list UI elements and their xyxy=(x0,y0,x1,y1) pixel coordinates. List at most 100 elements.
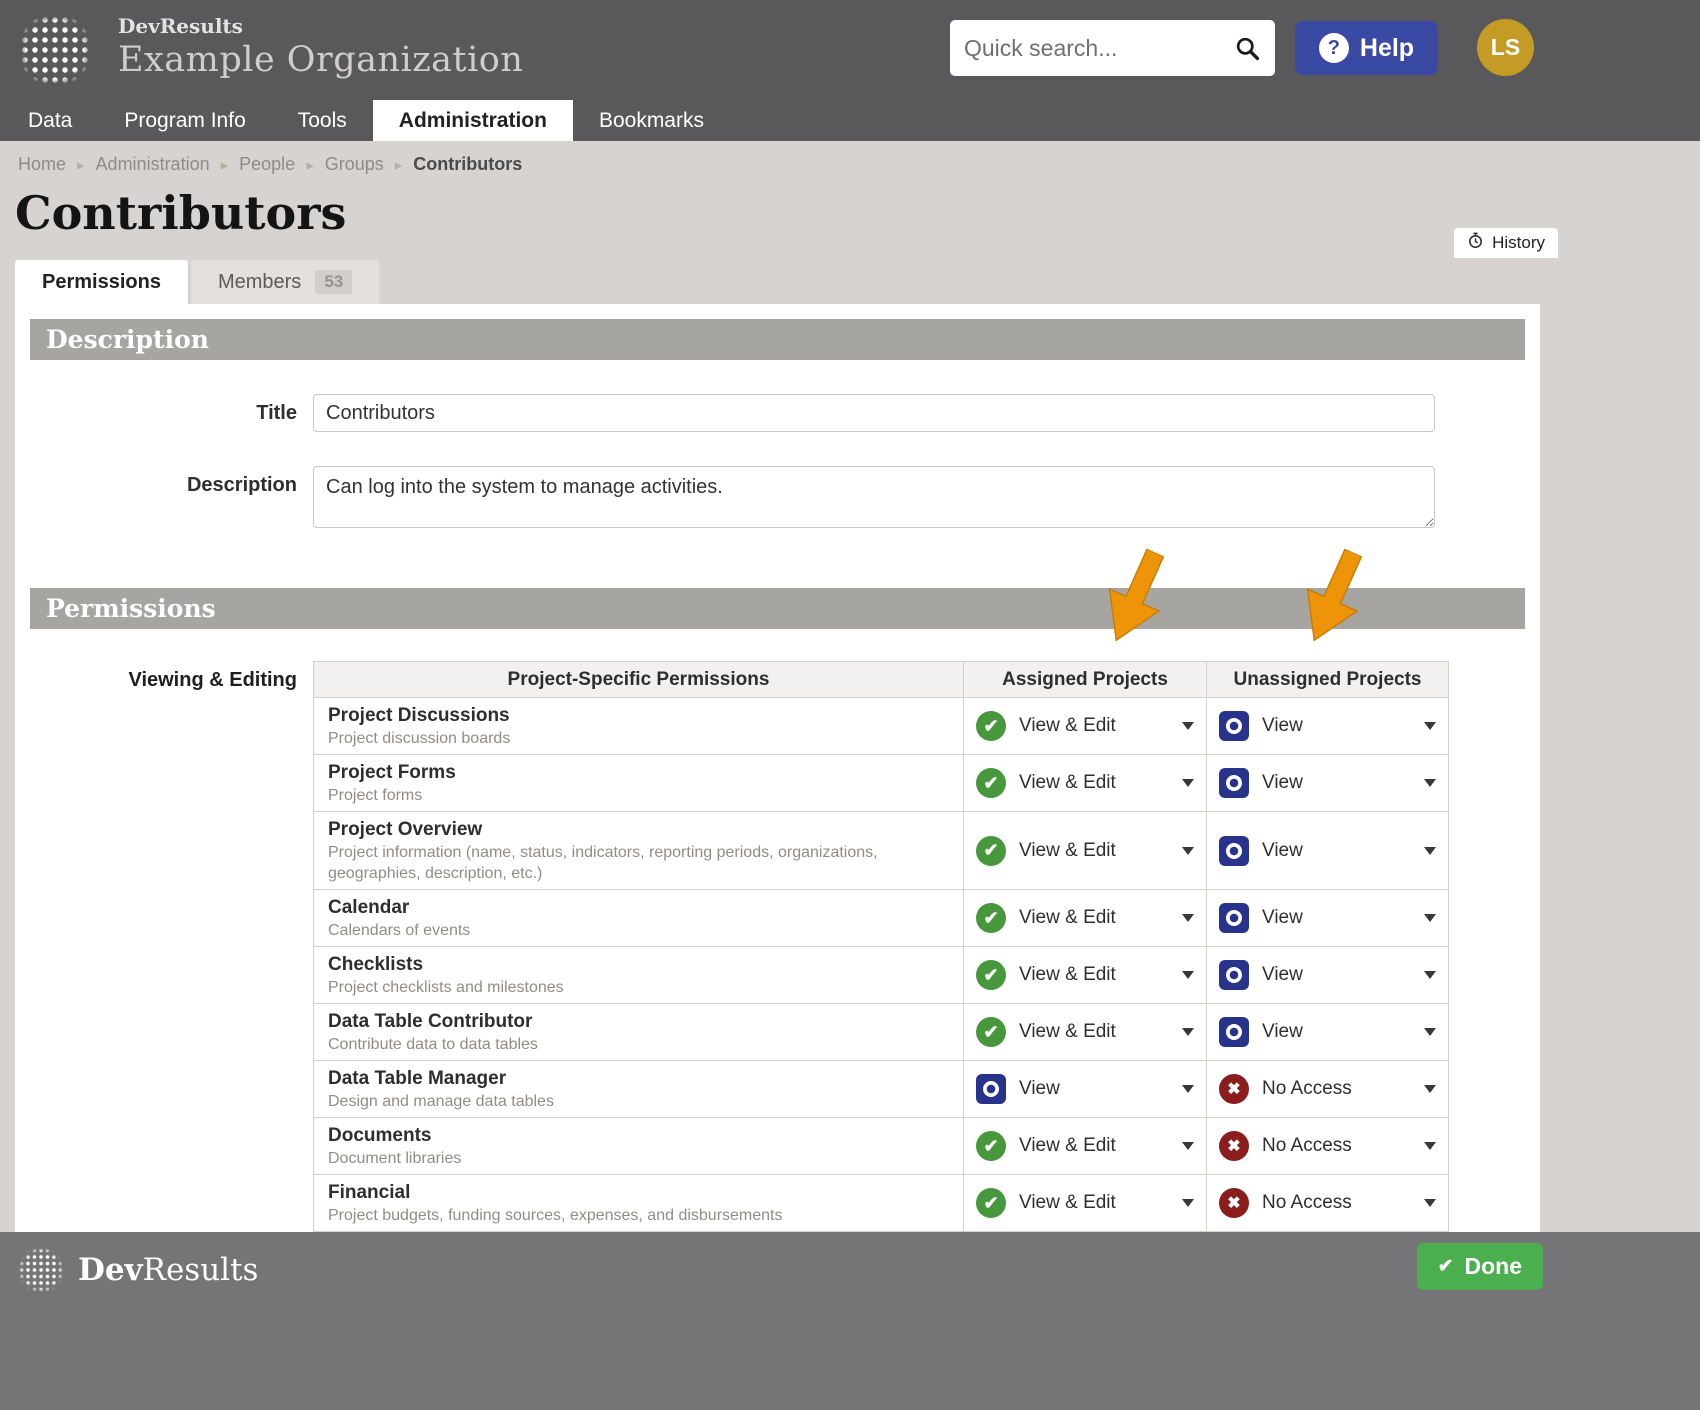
permissions-table: Project-Specific Permissions Assigned Pr… xyxy=(313,661,1449,1232)
description-form-row: Description Can log into the system to m… xyxy=(30,466,1525,528)
assigned-permission-dropdown[interactable]: View xyxy=(964,1061,1206,1117)
chevron-down-icon xyxy=(1424,1028,1436,1036)
chevron-down-icon xyxy=(1424,1199,1436,1207)
assigned-permission-dropdown[interactable]: View & Edit xyxy=(964,698,1206,754)
breadcrumb-separator-icon: ▸ xyxy=(306,157,314,174)
permission-value: No Access xyxy=(1262,1192,1352,1213)
no-access-icon xyxy=(1219,1074,1249,1104)
permission-value: View & Edit xyxy=(1019,772,1116,793)
permission-name: Calendar xyxy=(328,897,410,918)
column-header-unassigned-projects: Unassigned Projects xyxy=(1206,661,1449,698)
chevron-down-icon xyxy=(1424,971,1436,979)
permission-description: Project budgets, funding sources, expens… xyxy=(328,1207,783,1224)
app-header: DevResults Example Organization ? Help L… xyxy=(0,0,1700,100)
chevron-down-icon xyxy=(1182,1142,1194,1150)
description-input[interactable]: Can log into the system to manage activi… xyxy=(313,466,1435,528)
tab-permissions[interactable]: Permissions xyxy=(15,260,188,304)
nav-item-administration[interactable]: Administration xyxy=(372,100,573,141)
breadcrumb: Home ▸ Administration ▸ People ▸ Groups ▸ Contri… xyxy=(0,141,1700,181)
unassigned-permission-dropdown[interactable]: View xyxy=(1207,947,1448,1003)
breadcrumb-item[interactable]: Administration xyxy=(96,154,210,174)
stopwatch-icon xyxy=(1467,232,1484,254)
user-avatar[interactable]: LS xyxy=(1477,19,1534,76)
chevron-down-icon xyxy=(1424,1142,1436,1150)
view-icon xyxy=(1219,835,1249,866)
title-input[interactable] xyxy=(313,394,1435,432)
permission-value: View xyxy=(1262,907,1303,928)
view-icon xyxy=(1219,903,1249,933)
nav-item-data[interactable]: Data xyxy=(2,100,98,141)
breadcrumb-item[interactable]: People xyxy=(239,154,295,174)
viewing-editing-block: Viewing & Editing Project-Specific Permi… xyxy=(30,661,1525,1232)
assigned-permission-dropdown[interactable]: View & Edit xyxy=(964,755,1206,811)
chevron-down-icon xyxy=(1182,1085,1194,1093)
breadcrumb-item[interactable]: Home xyxy=(18,154,66,174)
assigned-permission-dropdown[interactable]: View & Edit xyxy=(964,1175,1206,1231)
history-label: History xyxy=(1492,233,1545,252)
content-card: Description Title Description Can log in… xyxy=(15,304,1540,1232)
nav-item-bookmarks[interactable]: Bookmarks xyxy=(573,100,730,141)
permission-value: View xyxy=(1262,839,1303,861)
permission-value: View & Edit xyxy=(1019,1135,1116,1156)
permission-name: Project Discussions xyxy=(328,705,510,726)
permission-name: Data Table Manager xyxy=(328,1068,507,1089)
title-row: Contributors History xyxy=(0,181,1700,260)
help-button[interactable]: ? Help xyxy=(1295,21,1438,75)
breadcrumb-item[interactable]: Groups xyxy=(325,154,384,174)
permission-description: Project information (name, status, indic… xyxy=(328,844,878,882)
assigned-permission-dropdown[interactable]: View & Edit xyxy=(964,947,1206,1003)
chevron-down-icon xyxy=(1182,722,1194,730)
view-icon xyxy=(1219,1017,1249,1047)
quick-search-box xyxy=(950,20,1275,76)
chevron-down-icon xyxy=(1182,1028,1194,1036)
unassigned-permission-dropdown[interactable]: View xyxy=(1207,812,1448,889)
permission-row: Project Forms Project forms View & Edit Vie… xyxy=(313,754,1449,812)
search-input[interactable] xyxy=(964,34,1234,62)
view-edit-icon xyxy=(976,1017,1006,1047)
unassigned-permission-dropdown[interactable]: View xyxy=(1207,890,1448,946)
permission-description: Document libraries xyxy=(328,1150,462,1167)
view-icon xyxy=(976,1074,1006,1104)
nav-item-tools[interactable]: Tools xyxy=(272,100,373,141)
permission-name: Project Overview xyxy=(328,819,483,840)
page-title: Contributors xyxy=(15,186,347,240)
assigned-permission-dropdown[interactable]: View & Edit xyxy=(964,1004,1206,1060)
view-icon xyxy=(1219,711,1249,741)
breadcrumb-item[interactable]: Contributors xyxy=(413,154,522,174)
organization-name: Example Organization xyxy=(118,40,524,80)
permission-row: Calendar Calendars of events View & Edit Vi… xyxy=(313,889,1449,947)
check-icon: ✔ xyxy=(1437,1256,1454,1277)
title-form-row: Title xyxy=(30,394,1525,432)
devresults-logo-icon[interactable] xyxy=(18,13,92,87)
tab-members-label: Members xyxy=(217,270,302,293)
permission-row: Documents Document libraries View & Edit No… xyxy=(313,1117,1449,1175)
permission-value: View xyxy=(1262,964,1303,985)
unassigned-permission-dropdown[interactable]: No Access xyxy=(1207,1175,1448,1231)
description-label: Description xyxy=(186,474,297,496)
done-button[interactable]: ✔ Done xyxy=(1416,1243,1543,1290)
footer-brand-bold: Dev xyxy=(78,1252,143,1288)
unassigned-permission-dropdown[interactable]: View xyxy=(1207,755,1448,811)
permission-value: View & Edit xyxy=(1019,964,1116,985)
assigned-permission-dropdown[interactable]: View & Edit xyxy=(964,812,1206,889)
permission-row: Project Overview Project information (nam… xyxy=(313,811,1449,890)
unassigned-permission-dropdown[interactable]: View xyxy=(1207,698,1448,754)
permission-value: No Access xyxy=(1262,1135,1352,1156)
history-button[interactable]: History xyxy=(1454,228,1558,258)
assigned-permission-dropdown[interactable]: View & Edit xyxy=(964,1118,1206,1174)
unassigned-permission-dropdown[interactable]: View xyxy=(1207,1004,1448,1060)
done-label: Done xyxy=(1464,1253,1523,1279)
view-edit-icon xyxy=(976,903,1006,933)
assigned-permission-dropdown[interactable]: View & Edit xyxy=(964,890,1206,946)
view-edit-icon xyxy=(976,1188,1006,1218)
unassigned-permission-dropdown[interactable]: No Access xyxy=(1207,1061,1448,1117)
question-mark-icon: ? xyxy=(1318,33,1349,63)
permissions-table-body: Project Discussions Project discussion bo… xyxy=(313,697,1449,1232)
app-name: DevResults xyxy=(118,14,243,38)
search-icon[interactable] xyxy=(1234,35,1261,62)
nav-item-program-info[interactable]: Program Info xyxy=(98,100,271,141)
column-header-project-specific: Project-Specific Permissions xyxy=(313,661,964,698)
tab-members[interactable]: Members 53 xyxy=(190,260,380,304)
permissions-section-header: Permissions xyxy=(30,588,1525,629)
unassigned-permission-dropdown[interactable]: No Access xyxy=(1207,1118,1448,1174)
